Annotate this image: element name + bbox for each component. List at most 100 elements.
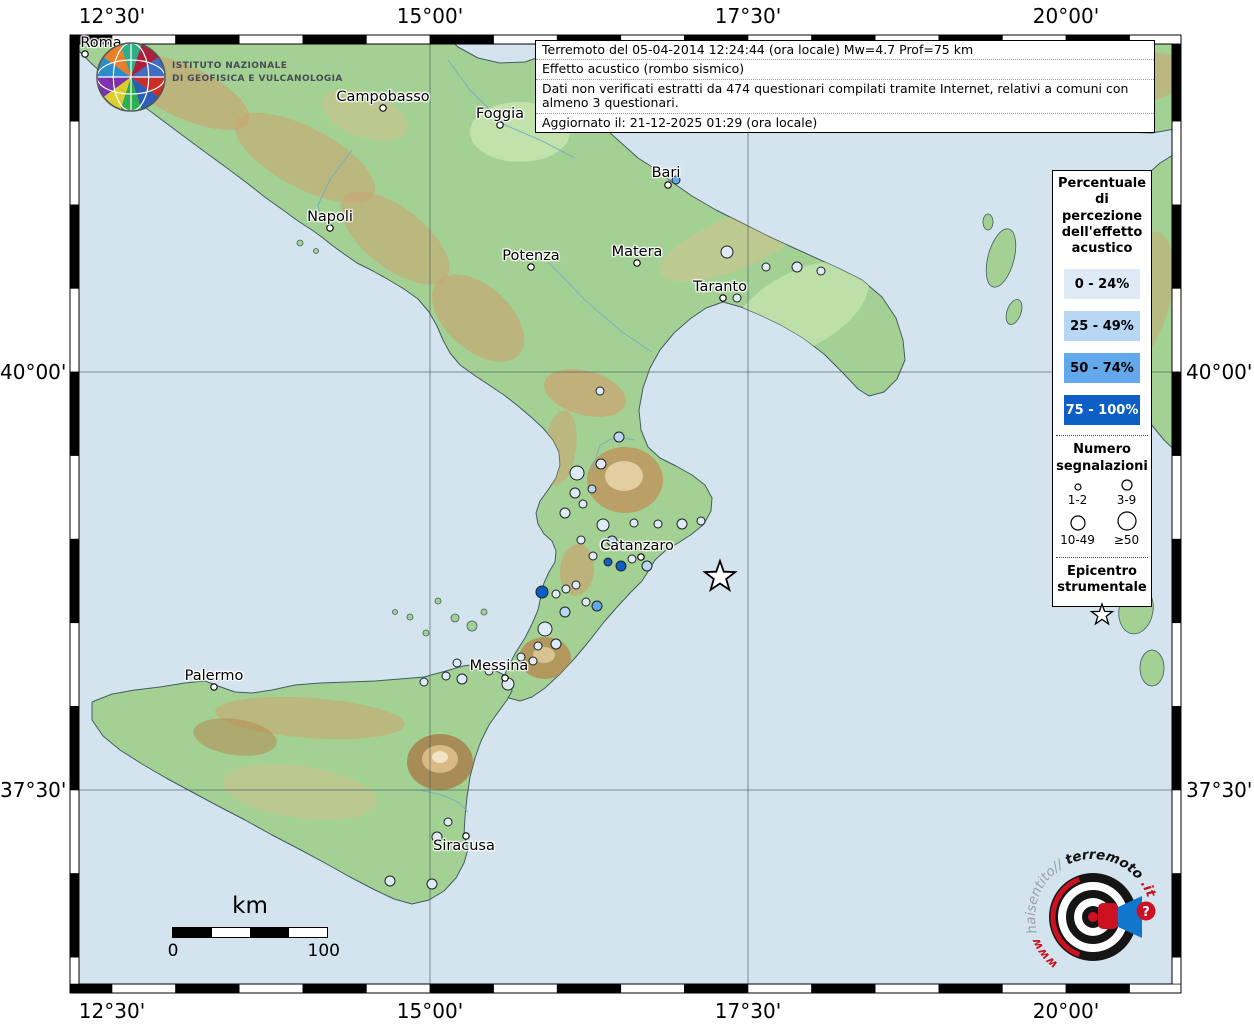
- report-marker: [614, 432, 624, 442]
- report-marker: [570, 488, 580, 498]
- report-marker: [552, 590, 560, 598]
- city-label-foggia: Foggia: [476, 106, 524, 122]
- frame-segment: [70, 790, 79, 874]
- frame-segment: [303, 35, 367, 44]
- lat-label-left: 40°00': [0, 360, 64, 384]
- frame-segment: [239, 984, 303, 993]
- frame-segment: [70, 456, 79, 540]
- frame-segment: [70, 44, 79, 121]
- scale-bar-segment: [173, 928, 212, 937]
- report-marker: [817, 267, 825, 275]
- report-marker: [442, 672, 450, 680]
- frame-segment: [70, 623, 79, 707]
- scale-bar-segments: [172, 927, 328, 938]
- city-label-napoli: Napoli: [307, 209, 353, 225]
- signal-size-label: 1-2: [1068, 493, 1088, 507]
- report-marker: [630, 519, 638, 527]
- legend-class-swatch: 75 - 100%: [1064, 395, 1140, 425]
- report-marker: [588, 485, 596, 493]
- frame-segment: [1172, 205, 1181, 289]
- legend-signal-size: 1-2: [1053, 477, 1102, 507]
- frame-segment: [112, 984, 176, 993]
- ingv-logo-line1: ISTITUTO NAZIONALE: [172, 60, 343, 73]
- signal-size-label: 3-9: [1117, 493, 1137, 507]
- report-marker: [733, 294, 741, 302]
- city-label-campobasso: Campobasso: [336, 89, 429, 105]
- frame-segment: [70, 874, 79, 958]
- lon-label-top: 17°30': [715, 4, 781, 28]
- report-marker: [453, 659, 461, 667]
- legend-signal-size: 3-9: [1102, 477, 1151, 507]
- report-marker: [444, 818, 452, 826]
- legend-signal-size: ≥50: [1102, 509, 1151, 547]
- frame-segment: [70, 539, 79, 623]
- earthquake-map-screenshot: RomaCampobassoFoggiaBariNapoliPotenzaMat…: [0, 0, 1254, 1024]
- frame-segment: [70, 957, 79, 984]
- frame-segment: [70, 121, 79, 205]
- legend-class-list: 0 - 24%25 - 49%50 - 74%75 - 100%: [1053, 269, 1151, 425]
- lon-label-top: 20°00': [1033, 4, 1099, 28]
- report-marker: [560, 607, 570, 617]
- signal-size-label: 10-49: [1060, 533, 1095, 547]
- report-marker: [577, 536, 585, 544]
- legend-title: Percentuale di percezione dell'effetto a…: [1053, 176, 1151, 257]
- legend-divider: [1056, 435, 1148, 436]
- legend-epicenter-title: Epicentro strumentale: [1053, 564, 1151, 597]
- city-dot-bari: [665, 182, 671, 188]
- scale-bar-segment: [289, 928, 328, 937]
- megaphone-body-icon: [1098, 903, 1118, 929]
- report-marker: [534, 642, 542, 650]
- signal-size-circle-icon: [1119, 477, 1135, 493]
- report-marker: [529, 657, 537, 665]
- report-marker: [551, 639, 561, 649]
- legend-signal-sizes: 1-2 3-9 10-49 ≥50: [1053, 477, 1151, 547]
- report-marker: [604, 558, 612, 566]
- frame-segment: [812, 984, 876, 993]
- frame-segment: [430, 984, 494, 993]
- report-marker: [420, 678, 428, 686]
- report-marker: [642, 561, 652, 571]
- city-label-siracusa: Siracusa: [433, 838, 495, 854]
- scale-bar-unit: km: [160, 893, 340, 919]
- report-marker: [721, 246, 733, 258]
- frame-segment: [430, 35, 494, 44]
- city-label-catanzaro: Catanzaro: [600, 538, 674, 554]
- city-dot-roma: [82, 51, 88, 57]
- frame-segment: [366, 984, 430, 993]
- city-label-palermo: Palermo: [185, 668, 244, 684]
- city-dot-messina: [502, 675, 508, 681]
- city-label-taranto: Taranto: [693, 279, 747, 295]
- signal-size-circle-icon: [1115, 509, 1139, 533]
- report-marker: [616, 561, 626, 571]
- lon-label-bottom: 15°00': [397, 999, 463, 1023]
- ingv-logo-line2: DI GEOFISICA E VULCANOLOGIA: [172, 73, 343, 86]
- frame-segment: [70, 205, 79, 289]
- frame-segment: [1172, 706, 1181, 790]
- scale-bar-start: 0: [168, 941, 179, 961]
- lon-label-bottom: 17°30': [715, 999, 781, 1023]
- city-dot-palermo: [211, 684, 217, 690]
- city-dot-taranto: [720, 295, 726, 301]
- report-marker: [582, 598, 590, 606]
- frame-segment: [748, 984, 812, 993]
- legend-signal-size: 10-49: [1053, 509, 1102, 547]
- report-marker: [677, 519, 687, 529]
- city-label-messina: Messina: [470, 658, 529, 674]
- frame-segment: [1172, 372, 1181, 456]
- report-marker: [579, 500, 587, 508]
- info-event: Terremoto del 05-04-2014 12:24:44 (ora l…: [536, 41, 1154, 60]
- lon-label-top: 15°00': [397, 4, 463, 28]
- lat-label-left: 37°30': [0, 778, 64, 802]
- earthquake-info-box: Terremoto del 05-04-2014 12:24:44 (ora l…: [535, 40, 1155, 133]
- scale-bar-segment: [250, 928, 289, 937]
- city-dot-foggia: [497, 122, 503, 128]
- report-marker: [592, 601, 602, 611]
- frame-segment: [939, 984, 1003, 993]
- frame-segment: [1172, 456, 1181, 540]
- signal-size-circle-icon: [1072, 481, 1084, 493]
- info-updated: Aggiornato il: 21-12-2025 01:29 (ora loc…: [536, 114, 1154, 132]
- city-dot-campobasso: [380, 105, 386, 111]
- city-label-matera: Matera: [612, 244, 663, 260]
- legend-star-icon: [1088, 600, 1116, 628]
- ingv-logo: [92, 38, 170, 116]
